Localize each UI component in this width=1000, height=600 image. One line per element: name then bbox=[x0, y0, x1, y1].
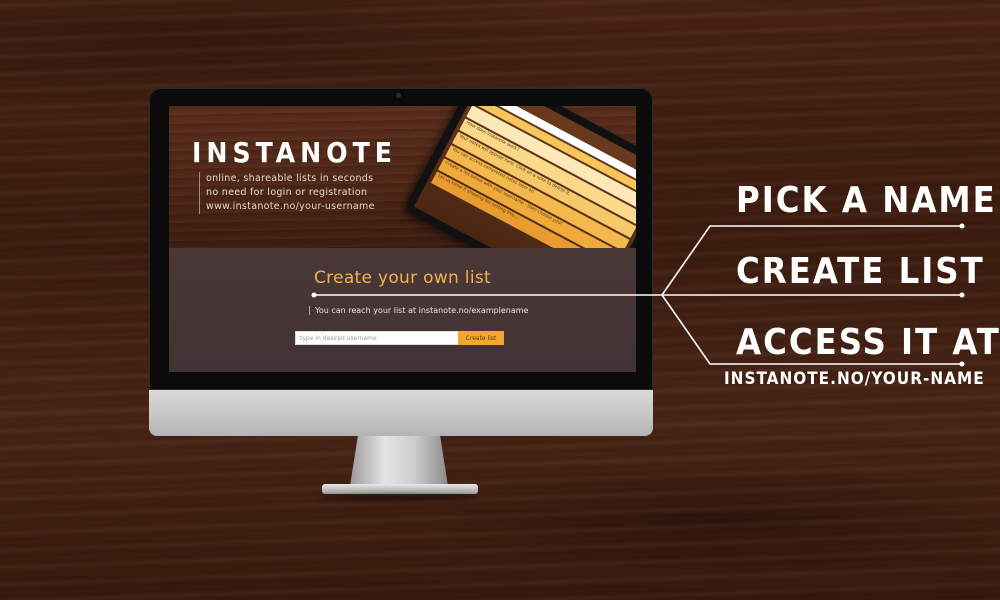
connector-dot bbox=[311, 292, 317, 298]
callout-url: INSTANOTE.NO/YOUR-NAME bbox=[724, 369, 985, 389]
callout-pick-name: PICK A NAME bbox=[736, 180, 997, 221]
connector-dot bbox=[959, 292, 965, 298]
connector-dot bbox=[959, 223, 965, 229]
callout-lines bbox=[311, 223, 965, 367]
callout-access-it: ACCESS IT AT bbox=[736, 322, 1000, 363]
callout-create-list: CREATE LIST bbox=[736, 251, 985, 292]
